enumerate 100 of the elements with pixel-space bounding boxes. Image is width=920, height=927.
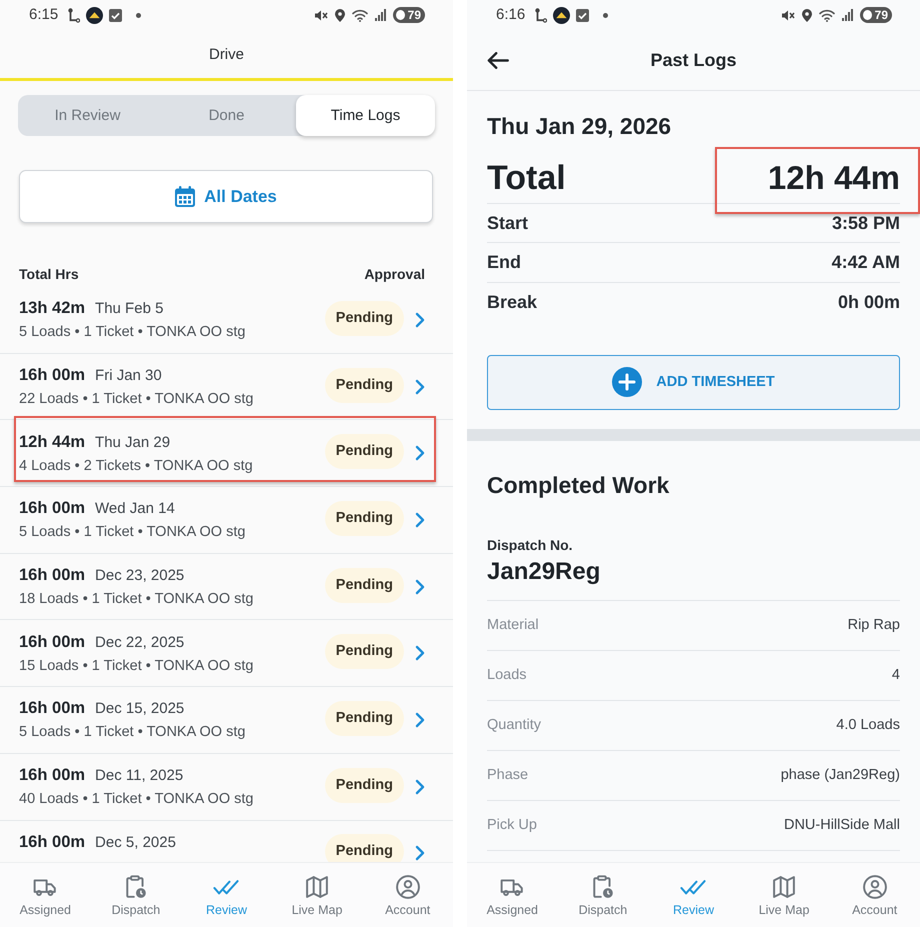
log-row[interactable]: 16h 00m Dec 23, 2025 18 Loads • 1 Ticket • TONKA OO stg Pending <box>0 554 453 620</box>
screen-title: Past Logs <box>650 50 737 70</box>
wifi-icon <box>352 8 368 22</box>
dispatch-number: Jan29Reg <box>487 558 602 586</box>
detail-label: Quantity <box>487 717 541 734</box>
detail-value: 4.0 Loads <box>836 717 900 734</box>
chevron-icon <box>415 445 425 462</box>
nav-tab[interactable]: Assigned <box>467 863 558 927</box>
date-text: Dec 15, 2025 <box>95 699 184 720</box>
nav-tab[interactable]: Dispatch <box>558 863 648 927</box>
nav-tab[interactable]: Account <box>829 863 920 927</box>
duration-text: 16h 00m <box>19 498 86 518</box>
date-text: Dec 22, 2025 <box>95 632 184 653</box>
battery-indicator: 79 <box>860 7 892 23</box>
chevron-icon <box>415 845 425 862</box>
checkbox-icon <box>109 8 122 22</box>
log-row[interactable]: 16h 00m Fri Jan 30 22 Loads • 1 Ticket • TONKA OO stg Pending <box>0 354 453 420</box>
duration-text: 16h 00m <box>19 832 86 852</box>
nav-tab[interactable]: Account <box>362 863 453 927</box>
time-value: 0h 00m <box>838 292 900 313</box>
chevron-icon <box>415 512 425 528</box>
date-text: Dec 23, 2025 <box>95 566 184 586</box>
detail-label: Material <box>487 617 539 634</box>
date-text: Wed Jan 14 <box>95 499 175 520</box>
section-title: Completed Work <box>487 470 670 499</box>
status-badge: Pending <box>324 700 404 736</box>
tab[interactable]: In Review <box>18 95 157 136</box>
nav-tab[interactable]: Live Map <box>738 863 830 927</box>
chevron-icon <box>415 312 425 328</box>
date-text: Thu Jan 29 <box>95 432 170 453</box>
time-label: Break <box>487 292 538 313</box>
screen-title: Drive <box>208 46 244 62</box>
route-icon <box>535 8 548 22</box>
calendar-icon <box>175 186 196 207</box>
dispatch-label: Dispatch No. <box>487 536 574 554</box>
double-check-icon <box>680 880 706 894</box>
wifi-icon <box>818 8 835 22</box>
log-summary: 18 Loads • 1 Ticket • TONKA OO stg <box>19 590 254 610</box>
total-value: 12h 44m <box>768 158 900 198</box>
duration-text: 12h 44m <box>19 432 86 452</box>
log-summary: 4 Loads • 2 Tickets • TONKA OO stg <box>19 456 254 476</box>
status-badge: Pending <box>324 634 404 670</box>
time-value: 4:42 AM <box>832 252 900 273</box>
detail-value: DNU-HillSide Mall <box>784 817 900 834</box>
log-summary: 15 Loads • 1 Ticket • TONKA OO stg <box>19 656 254 676</box>
total-label: Total <box>487 158 566 198</box>
nav-tab[interactable]: Review <box>181 863 272 927</box>
column-header: Total Hrs <box>19 266 79 283</box>
map-icon <box>306 876 328 898</box>
location-pin-icon <box>802 8 812 22</box>
nav-tab[interactable]: Assigned <box>0 863 91 927</box>
log-row[interactable]: 12h 44m Thu Jan 29 4 Loads • 2 Tickets • TONKA OO stg Pending <box>0 420 453 488</box>
tab[interactable]: Time Logs <box>296 95 435 136</box>
nav-tab[interactable]: Live Map <box>272 863 362 927</box>
clipboard-clock-icon <box>592 875 614 899</box>
log-row[interactable]: 16h 00m Dec 11, 2025 40 Loads • 1 Ticket • TONKA OO stg Pending <box>0 754 453 820</box>
route-icon <box>68 8 80 22</box>
status-badge: Pending <box>324 300 404 336</box>
back-arrow-icon[interactable] <box>487 52 509 68</box>
chevron-icon <box>415 578 425 595</box>
dot-icon <box>603 12 608 18</box>
log-row[interactable]: 16h 00m Wed Jan 14 5 Loads • 1 Ticket • TONKA OO stg Pending <box>0 487 453 554</box>
date-filter-button[interactable]: All Dates <box>19 170 433 223</box>
truck-icon <box>500 878 524 896</box>
log-summary: 5 Loads • 1 Ticket • TONKA OO stg <box>19 323 246 342</box>
duration-text: 16h 00m <box>19 765 86 786</box>
duration-text: 16h 00m <box>19 565 86 586</box>
log-summary: 22 Loads • 1 Ticket • TONKA OO stg <box>19 390 254 410</box>
dot-icon <box>136 12 142 18</box>
battery-indicator: 79 <box>392 7 425 23</box>
detail-label: Phase <box>487 767 528 784</box>
chevron-icon <box>415 378 425 395</box>
log-row[interactable]: 13h 42m Thu Feb 5 5 Loads • 1 Ticket • TONKA OO stg Pending <box>0 287 453 354</box>
time-value: 3:58 PM <box>832 212 900 234</box>
time-label: End <box>487 252 521 273</box>
date-text: Fri Jan 30 <box>95 366 162 386</box>
status-badge: Pending <box>324 368 404 403</box>
log-row[interactable]: 16h 00m Dec 15, 2025 5 Loads • 1 Ticket • TONKA OO stg Pending <box>0 687 453 754</box>
account-icon <box>862 875 887 899</box>
double-check-icon <box>213 880 240 894</box>
tab[interactable]: Done <box>157 95 296 136</box>
detail-value: phase (Jan29Reg) <box>780 767 900 784</box>
status-badge: Pending <box>324 568 404 603</box>
map-icon <box>773 876 796 898</box>
mute-icon <box>314 8 328 22</box>
add-circle-icon <box>612 367 642 398</box>
nav-tab[interactable]: Dispatch <box>90 863 182 927</box>
signal-icon <box>374 9 386 21</box>
add-timesheet-button[interactable]: ADD TIMESHEET <box>487 354 900 410</box>
location-pin-icon <box>334 8 345 22</box>
nav-tab[interactable]: Review <box>648 863 739 927</box>
log-summary: 5 Loads • 1 Ticket • TONKA OO stg <box>19 523 246 542</box>
log-row[interactable]: 16h 00m Dec 22, 2025 15 Loads • 1 Ticket • TONKA OO stg Pending <box>0 620 453 688</box>
status-badge: Pending <box>324 834 404 862</box>
status-time: 6:16 <box>496 6 526 24</box>
status-time: 6:15 <box>29 6 58 24</box>
detail-value: Rip Rap <box>848 617 900 634</box>
time-label: Start <box>487 212 528 234</box>
status-badge: Pending <box>324 500 404 536</box>
chevron-icon <box>415 778 425 795</box>
